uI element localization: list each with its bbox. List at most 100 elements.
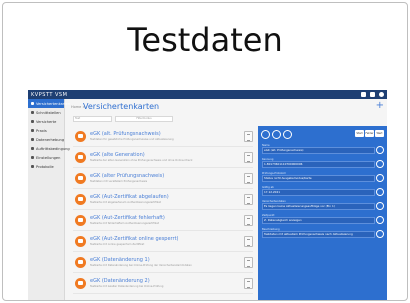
delete-button[interactable] bbox=[244, 257, 253, 268]
list-item-subtitle: Testkarte mit Datenänderung bei Online-P… bbox=[90, 264, 192, 267]
sidebar-item-label: Einstellungen bbox=[36, 155, 61, 160]
sidebar-item-label: Praxis bbox=[36, 128, 47, 133]
sidebar-item-label: Schnittstellen bbox=[36, 110, 61, 115]
list-item-title: eGK (alter Prüfungsnachweis) bbox=[90, 173, 165, 179]
delete-button[interactable] bbox=[244, 215, 253, 226]
slide-title: Testdaten bbox=[127, 21, 283, 59]
insurance-card-icon bbox=[75, 277, 86, 289]
sidebar-item-praxis[interactable]: Praxis bbox=[28, 126, 64, 135]
user-icon[interactable] bbox=[379, 92, 384, 97]
panel-actions bbox=[261, 130, 292, 139]
building-icon bbox=[31, 129, 34, 132]
detail-panel: Start Felder Wert Name eGK (alt. Prüfung… bbox=[258, 126, 387, 300]
sidebar-item-einstellungen[interactable]: Einstellungen bbox=[28, 153, 64, 162]
list-icon bbox=[31, 165, 34, 168]
insurance-card-icon bbox=[75, 172, 86, 184]
value-button[interactable]: Wert bbox=[375, 130, 384, 137]
info-icon[interactable] bbox=[376, 174, 384, 182]
refresh-icon[interactable] bbox=[283, 130, 292, 139]
sidebar-item-label: Datenerhebung bbox=[36, 137, 65, 142]
date-input[interactable]: 17.12.2021 bbox=[262, 189, 375, 196]
list-item-title: eGK (Datenänderung 1) bbox=[90, 257, 150, 263]
info-icon[interactable] bbox=[376, 202, 384, 210]
gear-icon bbox=[31, 156, 34, 159]
list-item[interactable]: eGK (alt. Prüfungsnachweis) Testdaten für… bbox=[73, 126, 253, 147]
list-item-title: eGK (alt. Prüfungsnachweis) bbox=[90, 131, 161, 137]
list-item-title: eGK (Aut-Zertifikat abgelaufen) bbox=[90, 194, 169, 200]
delete-button[interactable] bbox=[244, 173, 253, 184]
insurance-card-icon bbox=[75, 193, 86, 205]
delete-button[interactable] bbox=[244, 278, 253, 289]
sidebar: Versichertenkarten Schnittstellen Versic… bbox=[28, 99, 70, 300]
delete-button[interactable] bbox=[244, 194, 253, 205]
insurance-card-icon bbox=[75, 235, 86, 247]
info-icon[interactable] bbox=[376, 146, 384, 154]
sidebar-item-protokolle[interactable]: Protokolle bbox=[28, 162, 64, 171]
back-icon[interactable] bbox=[370, 92, 375, 97]
sidebar-item-label: Protokolle bbox=[36, 164, 54, 169]
sidebar-item-schnittstellen[interactable]: Schnittstellen bbox=[28, 108, 64, 117]
plug-icon bbox=[31, 111, 34, 114]
insurance-card-icon bbox=[75, 256, 86, 268]
sidebar-item-versicherte[interactable]: Versicherte bbox=[28, 117, 64, 126]
list-item-subtitle: Testdaten für gesetzliche Prüfungsnachwe… bbox=[90, 138, 174, 141]
field-protokoll: Prüfungs-Protokoll Status nicht Ausgabem… bbox=[262, 172, 384, 182]
list-item-subtitle: Testkarte mit zweiter Datenänderung bei … bbox=[90, 285, 164, 288]
top-bar-icons bbox=[361, 92, 384, 97]
versichertendaten-select[interactable]: Es liegen keine Aktualisierungsaufträge … bbox=[262, 203, 375, 210]
info-icon[interactable] bbox=[376, 160, 384, 168]
field-zeitpunkt: Zeitpunkt Z. Datenabgleich anzeigen bbox=[262, 214, 384, 224]
database-icon bbox=[31, 138, 34, 141]
zeitpunkt-checkbox[interactable]: Z. Datenabgleich anzeigen bbox=[262, 217, 375, 224]
list-item-subtitle: Testkarte mit fehlerhaftem Authentisieru… bbox=[90, 222, 159, 225]
menu-icon[interactable] bbox=[361, 92, 366, 97]
field-name: Name eGK (alt. Prüfungsnachweis) bbox=[262, 144, 384, 154]
app-screenshot: KVPSTT VSM Versichertenkarten Schnittste… bbox=[28, 90, 387, 300]
list-item-subtitle: Testkarte mit abgelaufenem Authentisieru… bbox=[90, 201, 161, 204]
top-bar: KVPSTT VSM bbox=[28, 90, 387, 99]
delete-button[interactable] bbox=[244, 152, 253, 163]
filter-input[interactable]: Filtermodus bbox=[115, 116, 173, 122]
list-item[interactable]: eGK (Aut-Zertifikat online gesperrt) Test… bbox=[73, 231, 253, 252]
list-item[interactable]: eGK (alter Prüfungsnachweis) Testdaten mi… bbox=[73, 168, 253, 189]
page-title: Versichertenkarten bbox=[83, 102, 160, 111]
sidebar-item-auftrittsbedingung[interactable]: Auftrittsbedingung bbox=[28, 144, 70, 153]
name-input[interactable]: eGK (alt. Prüfungsnachweis) bbox=[262, 147, 375, 154]
copy-icon[interactable] bbox=[272, 130, 281, 139]
kennung-input[interactable]: 1-80173601110700000096 bbox=[262, 161, 375, 168]
field-kennung: Kennung 1-80173601110700000096 bbox=[262, 158, 384, 168]
list-item-subtitle: Testkarte der alten Generation ohne Prüf… bbox=[90, 159, 193, 162]
list-item-title: eGK (Aut-Zertifikat fehlerhaft) bbox=[90, 215, 165, 221]
list-item[interactable]: eGK (Aut-Zertifikat fehlerhaft) Testkarte… bbox=[73, 210, 253, 231]
flag-icon bbox=[31, 147, 34, 150]
insurance-card-icon bbox=[75, 130, 86, 142]
protokoll-select[interactable]: Status nicht Ausgabemodus/Karte bbox=[262, 175, 375, 182]
search-input[interactable]: Test bbox=[73, 116, 112, 122]
field-versichertendaten: Versichertendaten Es liegen keine Aktual… bbox=[262, 200, 384, 210]
info-icon[interactable] bbox=[376, 216, 384, 224]
list-item[interactable]: eGK (Aut-Zertifikat abgelaufen) Testkarte… bbox=[73, 189, 253, 210]
person-icon bbox=[31, 120, 34, 123]
sidebar-item-datenerhebung[interactable]: Datenerhebung bbox=[28, 135, 64, 144]
list-item[interactable]: eGK (Datenänderung 2) Testkarte mit zweit… bbox=[73, 273, 253, 294]
card-list: eGK (alt. Prüfungsnachweis) Testdaten für… bbox=[73, 126, 253, 294]
insurance-card-icon bbox=[75, 214, 86, 226]
calendar-icon[interactable] bbox=[376, 188, 384, 196]
field-gueltig: Gültig ab 17.12.2021 bbox=[262, 186, 384, 196]
back-icon[interactable] bbox=[261, 130, 270, 139]
info-icon[interactable] bbox=[376, 230, 384, 238]
add-icon[interactable]: + bbox=[376, 101, 384, 111]
start-button[interactable]: Start bbox=[355, 130, 364, 137]
sidebar-item-versichertenkarten[interactable]: Versichertenkarten bbox=[28, 99, 70, 108]
app-brand: KVPSTT VSM bbox=[31, 91, 68, 98]
delete-button[interactable] bbox=[244, 131, 253, 142]
card-icon bbox=[31, 102, 34, 105]
beschreibung-input[interactable]: Testdaten mit aktuellem Prüfungsnachweis… bbox=[262, 231, 375, 238]
panel-buttons: Start Felder Wert bbox=[355, 130, 384, 137]
list-item[interactable]: eGK (alte Generation) Testkarte der alten… bbox=[73, 147, 253, 168]
field-beschreibung: Beschreibung Testdaten mit aktuellem Prü… bbox=[262, 228, 384, 238]
delete-button[interactable] bbox=[244, 236, 253, 247]
fields-button[interactable]: Felder bbox=[365, 130, 374, 137]
list-item[interactable]: eGK (Datenänderung 1) Testkarte mit Daten… bbox=[73, 252, 253, 273]
list-item-title: eGK (alte Generation) bbox=[90, 152, 145, 158]
